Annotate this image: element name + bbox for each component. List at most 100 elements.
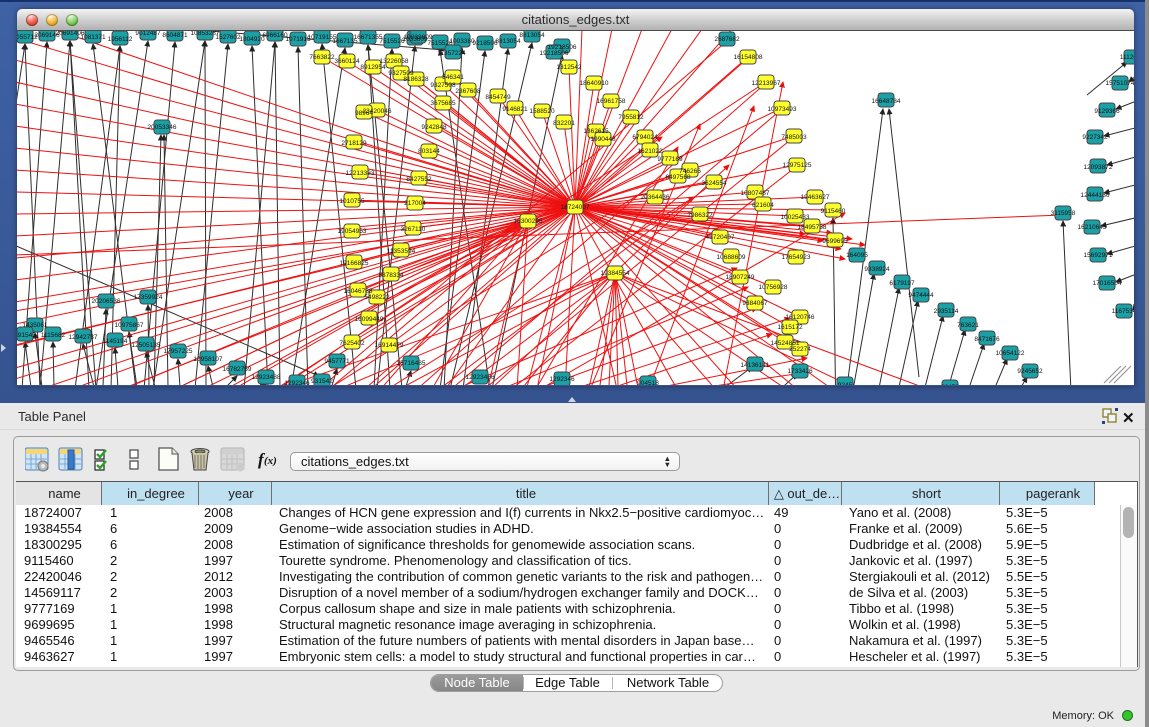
svg-text:1733426: 1733426 [787,368,813,375]
svg-text:16099449: 16099449 [355,316,384,323]
svg-text:6497568: 6497568 [665,174,691,181]
svg-text:17654923: 17654923 [782,254,811,261]
svg-text:2687682: 2687682 [714,36,740,43]
svg-text:1167534: 1167534 [1112,308,1134,315]
svg-text:1527602: 1527602 [215,34,241,41]
svg-text:20206536: 20206536 [92,298,121,305]
svg-text:8813054: 8813054 [519,32,545,39]
svg-text:17957225: 17957225 [164,348,193,355]
svg-text:2935114: 2935114 [934,308,959,315]
svg-text:9384067: 9384067 [742,300,768,307]
svg-text:17016504: 17016504 [1093,280,1122,287]
svg-text:8454749: 8454749 [485,94,511,101]
svg-text:10807487: 10807487 [741,190,770,197]
svg-text:9245: 9245 [838,382,853,385]
svg-text:9699695: 9699695 [822,238,848,245]
svg-text:1145194: 1145194 [103,338,128,345]
svg-text:11353594: 11353594 [387,248,416,255]
svg-text:10688609: 10688609 [717,254,746,261]
svg-text:10973493: 10973493 [768,106,797,113]
svg-text:3660124: 3660124 [334,58,360,65]
svg-text:1990448: 1990448 [590,136,616,143]
svg-text:1956112: 1956112 [108,36,133,43]
svg-text:12923488: 12923488 [252,374,281,381]
svg-text:15716485: 15716485 [397,360,426,367]
svg-text:8878334: 8878334 [378,272,404,279]
svg-text:10025433: 10025433 [781,214,810,221]
svg-text:20053346: 20053346 [148,124,177,131]
svg-text:1292346: 1292346 [284,380,310,385]
svg-text:20364436: 20364436 [641,194,670,201]
svg-text:12213967: 12213967 [752,80,781,87]
svg-text:1435061: 1435061 [22,322,48,329]
svg-text:1112049: 1112049 [1120,54,1134,61]
svg-text:8813054: 8813054 [495,38,521,45]
svg-text:9129366: 9129366 [1094,108,1120,115]
svg-text:10975867: 10975867 [115,322,144,329]
svg-text:10654122: 10654122 [996,350,1025,357]
svg-text:217004: 217004 [404,200,426,207]
svg-text:12975125: 12975125 [783,162,812,169]
svg-text:7485003: 7485003 [781,134,807,141]
svg-text:803144: 803144 [418,148,440,155]
svg-text:10958107: 10958107 [194,356,223,363]
svg-text:9338924: 9338924 [864,266,890,273]
svg-text:16914479: 16914479 [375,342,404,349]
svg-text:6179197: 6179197 [889,280,915,287]
svg-text:19384554: 19384554 [601,270,630,277]
svg-text:7663822: 7663822 [309,54,335,61]
svg-text:1115682: 1115682 [41,332,66,339]
svg-text:16782759: 16782759 [223,366,252,373]
svg-text:7955812: 7955812 [618,114,644,121]
svg-text:10756928: 10756928 [759,284,788,291]
svg-text:8186328: 8186328 [403,76,429,83]
svg-text:8427552: 8427552 [406,176,432,183]
svg-text:546341: 546341 [442,74,464,81]
svg-text:15692971: 15692971 [1084,252,1113,259]
svg-text:763621: 763621 [957,322,979,329]
svg-text:391543: 391543 [17,332,36,339]
svg-text:18724007: 18724007 [561,204,590,211]
svg-text:1621022: 1621022 [637,148,663,155]
svg-text:252274: 252274 [789,346,811,353]
svg-text:17359924: 17359924 [134,294,163,301]
svg-text:18640910: 18640910 [580,80,609,87]
svg-text:19166825: 19166825 [340,260,369,267]
svg-text:7625402: 7625402 [339,340,365,347]
svg-text:9457771: 9457771 [324,358,350,365]
svg-text:1588520: 1588520 [529,108,555,115]
svg-text:12942737: 12942737 [69,334,98,341]
svg-text:12444136: 12444136 [1081,192,1110,199]
svg-text:8471676: 8471676 [974,336,1000,343]
svg-text:931542: 931542 [311,378,333,385]
svg-text:3115958: 3115958 [1051,210,1076,217]
svg-text:6966160: 6966160 [262,32,288,39]
svg-text:9245652: 9245652 [1017,368,1043,375]
svg-text:16961758: 16961758 [597,98,626,105]
svg-text:9327508: 9327508 [430,82,456,89]
svg-text:12505135: 12505135 [132,342,161,349]
svg-text:1615172: 1615172 [777,324,803,331]
svg-text:9115460: 9115460 [821,208,846,215]
svg-text:7986322: 7986322 [687,212,713,219]
svg-text:92450: 92450 [941,384,959,385]
svg-text:12093872: 12093872 [1084,164,1113,171]
svg-text:98964: 98964 [355,110,373,117]
svg-text:3624554: 3624554 [701,180,727,187]
svg-text:2718129: 2718129 [341,140,367,147]
svg-text:3267110: 3267110 [401,226,426,233]
svg-text:12213383: 12213383 [346,170,375,177]
svg-text:19054953: 19054953 [338,228,367,235]
svg-text:12923466: 12923466 [466,374,495,381]
svg-text:9227342: 9227342 [1082,134,1108,141]
svg-text:1362615: 1362615 [583,128,609,135]
svg-text:1312542: 1312542 [556,64,582,71]
svg-text:10033809: 10033809 [404,34,433,41]
svg-text:(x): (x) [264,455,277,467]
svg-text:164095: 164095 [846,252,868,259]
svg-text:9474444: 9474444 [908,292,934,299]
svg-text:16120746: 16120746 [786,314,815,321]
svg-text:18495738: 18495738 [798,224,827,231]
svg-text:904518: 904518 [637,380,659,385]
svg-text:45720407: 45720407 [706,234,735,241]
